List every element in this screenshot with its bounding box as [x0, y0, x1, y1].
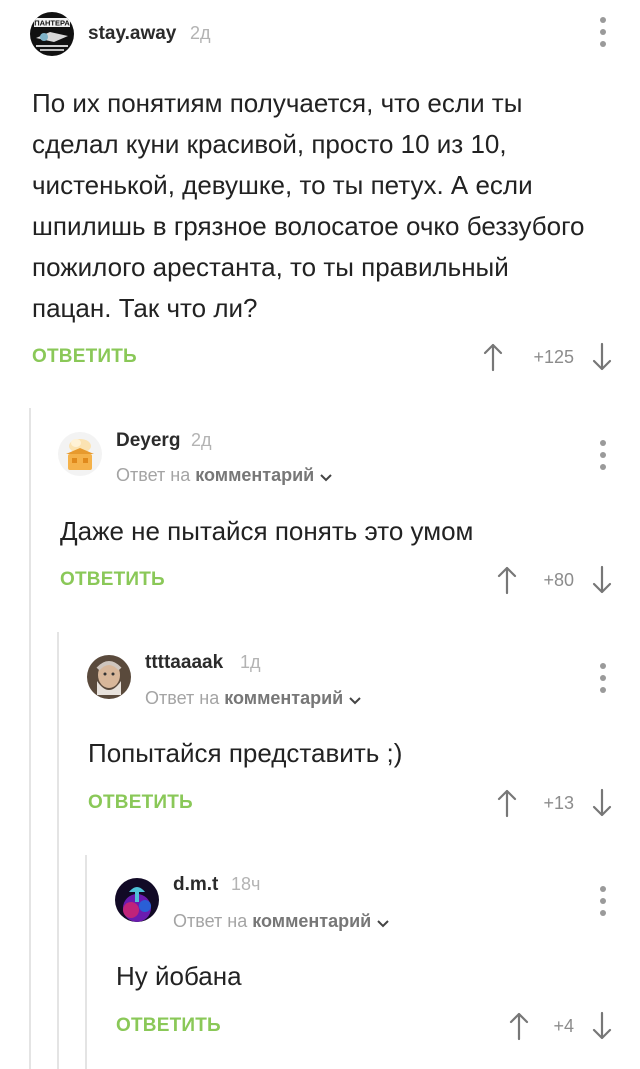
reply-target[interactable]: комментарий	[224, 688, 343, 708]
username[interactable]: d.m.t	[173, 874, 218, 896]
timestamp: 2д	[190, 23, 211, 43]
reply-to-link[interactable]: Ответ на комментарий	[145, 688, 361, 710]
comment-text: Ну йобана	[116, 961, 242, 991]
reply-target[interactable]: комментарий	[195, 465, 314, 485]
more-vertical-icon[interactable]	[598, 17, 608, 47]
avatar[interactable]	[58, 432, 102, 476]
avatar[interactable]	[87, 655, 131, 699]
more-vertical-icon[interactable]	[598, 440, 608, 470]
avatar-logo-text: ПАНТЕРА	[34, 19, 70, 28]
comment-text: По их понятиям получается, что если ты с…	[32, 88, 585, 323]
avatar-image	[58, 432, 102, 476]
rating: +125	[533, 347, 574, 367]
comment-text: Даже не пытайся понять это умом	[60, 516, 474, 546]
chevron-down-icon[interactable]	[377, 912, 389, 933]
reply-button[interactable]: ОТВЕТИТЬ	[32, 346, 137, 368]
downvote-arrow-icon[interactable]	[592, 788, 612, 818]
timestamp: 1д	[240, 652, 261, 672]
more-vertical-icon[interactable]	[598, 663, 608, 693]
reply-prefix: Ответ на	[173, 911, 248, 931]
comment-text: Попытайся представить ;)	[88, 738, 403, 768]
upvote-arrow-icon[interactable]	[509, 1011, 529, 1041]
avatar[interactable]: ПАНТЕРА	[30, 12, 74, 56]
reply-button[interactable]: ОТВЕТИТЬ	[60, 569, 165, 591]
timestamp: 2д	[191, 430, 212, 450]
reply-button[interactable]: ОТВЕТИТЬ	[116, 1015, 221, 1037]
username[interactable]: stay.away	[88, 23, 176, 45]
avatar-image	[115, 878, 159, 922]
reply-button[interactable]: ОТВЕТИТЬ	[88, 792, 193, 814]
reply-target[interactable]: комментарий	[252, 911, 371, 931]
avatar-image: ПАНТЕРА	[30, 12, 74, 56]
reply-to-link[interactable]: Ответ на комментарий	[116, 465, 332, 487]
downvote-arrow-icon[interactable]	[592, 1011, 612, 1041]
reply-prefix: Ответ на	[116, 465, 191, 485]
chevron-down-icon[interactable]	[349, 689, 361, 710]
username[interactable]: ttttaaaak	[145, 652, 223, 674]
avatar-image	[87, 655, 131, 699]
rating: +4	[553, 1016, 574, 1036]
thread-line-level-1	[29, 408, 31, 1069]
downvote-arrow-icon[interactable]	[592, 565, 612, 595]
thread-line-level-2	[57, 632, 59, 1069]
downvote-arrow-icon[interactable]	[592, 342, 612, 372]
reply-prefix: Ответ на	[145, 688, 220, 708]
avatar[interactable]	[115, 878, 159, 922]
more-vertical-icon[interactable]	[598, 886, 608, 916]
username[interactable]: Deyerg	[116, 430, 180, 452]
reply-to-link[interactable]: Ответ на комментарий	[173, 911, 389, 933]
upvote-arrow-icon[interactable]	[483, 342, 503, 372]
rating: +13	[543, 793, 574, 813]
upvote-arrow-icon[interactable]	[497, 788, 517, 818]
chevron-down-icon[interactable]	[320, 466, 332, 487]
rating: +80	[543, 570, 574, 590]
thread-line-level-3	[85, 855, 87, 1069]
timestamp: 18ч	[231, 874, 261, 894]
upvote-arrow-icon[interactable]	[497, 565, 517, 595]
